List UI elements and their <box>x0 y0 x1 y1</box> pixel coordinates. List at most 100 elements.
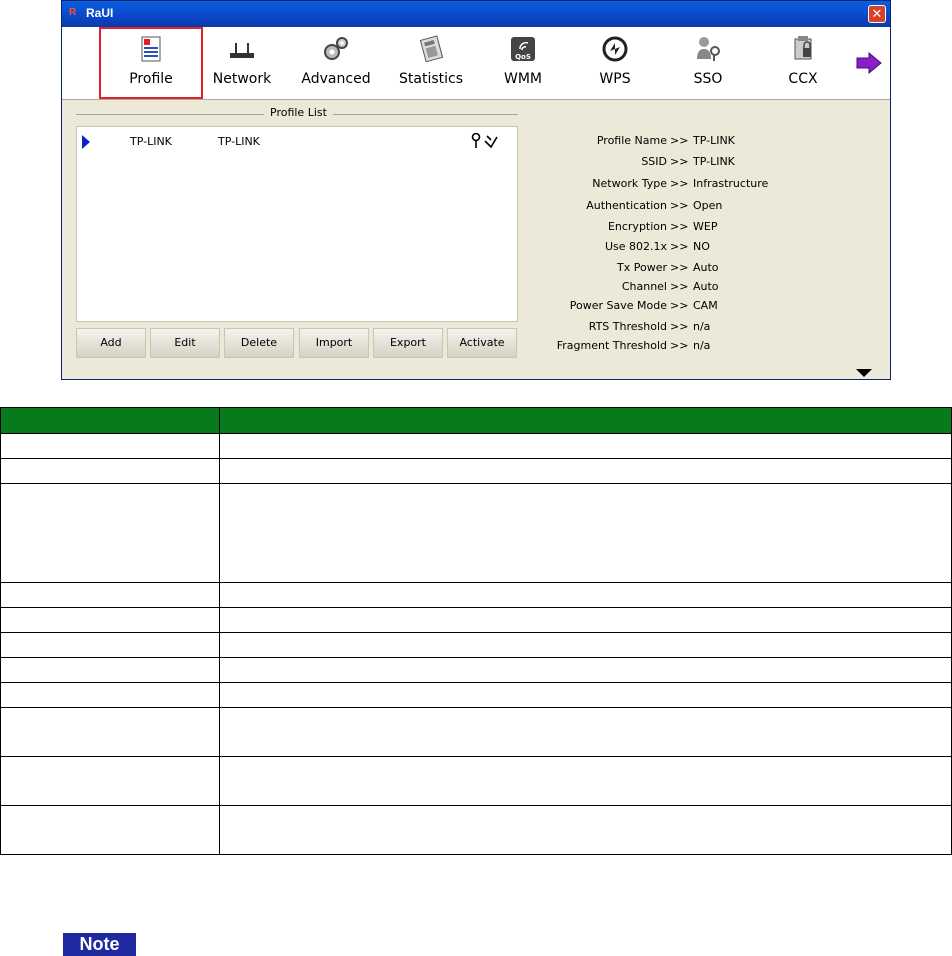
profile-list[interactable]: TP-LINK TP-LINK <box>76 126 518 322</box>
tab-label: CCX <box>788 71 818 87</box>
detail-ssid: SSID >> TP-LINK <box>532 155 882 171</box>
table-row <box>0 682 952 708</box>
detail-sep: >> <box>670 280 689 293</box>
tab-statistics[interactable]: Statistics <box>384 27 478 99</box>
detail-sep: >> <box>670 155 689 168</box>
detail-sep: >> <box>670 261 689 274</box>
tab-label: Profile <box>129 71 173 87</box>
edit-button[interactable]: Edit <box>150 328 220 358</box>
profile-icon <box>141 36 161 62</box>
tab-network[interactable]: Network <box>195 27 289 99</box>
tab-sso[interactable]: SSO <box>661 27 755 99</box>
wps-icon <box>602 36 628 62</box>
tab-advanced[interactable]: Advanced <box>289 27 383 99</box>
detail-tx-power: Tx Power >> Auto <box>532 261 882 277</box>
tab-label: SSO <box>693 71 723 87</box>
detail-key: Fragment Threshold <box>556 339 667 352</box>
detail-sep: >> <box>670 240 689 253</box>
tab-wps[interactable]: WPS <box>568 27 662 99</box>
table-header-cell <box>219 407 952 434</box>
detail-key: SSID <box>641 155 667 168</box>
table-header-cell <box>0 407 220 434</box>
delete-button[interactable]: Delete <box>224 328 294 358</box>
table-row <box>0 657 952 683</box>
selected-row-indicator-icon <box>82 135 90 149</box>
detail-key: Tx Power <box>617 261 667 274</box>
profile-row[interactable]: TP-LINK TP-LINK <box>77 132 517 150</box>
advanced-icon <box>324 37 348 60</box>
table-row <box>0 632 952 658</box>
detail-sep: >> <box>670 320 689 333</box>
raui-window: R RaUI ✕ Profile Network Advanced Statis… <box>61 0 891 380</box>
tab-label: Network <box>212 71 272 87</box>
detail-profile-name: Profile Name >> TP-LINK <box>532 134 882 150</box>
profile-list-header: Profile List <box>76 106 518 120</box>
tab-wmm[interactable]: QoS WMM <box>476 27 570 99</box>
table-row <box>0 483 952 583</box>
detail-fragment-threshold: Fragment Threshold >> n/a <box>532 339 882 355</box>
tab-label: Statistics <box>399 71 463 87</box>
detail-value: NO <box>693 240 710 253</box>
detail-value: CAM <box>693 299 718 312</box>
network-icon <box>230 43 254 58</box>
detail-key: Network Type <box>592 177 667 190</box>
detail-authentication: Authentication >> Open <box>532 199 882 215</box>
close-button[interactable]: ✕ <box>868 5 886 23</box>
next-arrow-icon[interactable] <box>856 52 882 74</box>
detail-channel: Channel >> Auto <box>532 280 882 296</box>
detail-key: Authentication <box>586 199 667 212</box>
svg-text:QoS: QoS <box>515 53 531 61</box>
table-header-row <box>0 407 952 434</box>
profile-list-title: Profile List <box>264 106 333 119</box>
detail-key: Profile Name <box>596 134 667 147</box>
raui-logo-icon: R <box>69 7 77 18</box>
detail-rts-threshold: RTS Threshold >> n/a <box>532 320 882 336</box>
detail-use-8021x: Use 802.1x >> NO <box>532 240 882 256</box>
detail-key: Encryption <box>607 220 667 233</box>
detail-encryption: Encryption >> WEP <box>532 220 882 236</box>
table-row <box>0 458 952 484</box>
detail-value: Infrastructure <box>693 177 769 190</box>
tab-label: WMM <box>503 71 542 87</box>
detail-value: Auto <box>693 261 719 274</box>
detail-power-save-mode: Power Save Mode >> CAM <box>532 299 882 315</box>
ccx-icon <box>794 36 812 60</box>
detail-sep: >> <box>670 339 689 352</box>
export-button[interactable]: Export <box>373 328 443 358</box>
detail-key: RTS Threshold <box>588 320 667 333</box>
detail-sep: >> <box>670 220 689 233</box>
detail-value: TP-LINK <box>693 134 735 147</box>
table-row <box>0 582 952 608</box>
profile-buttons: Add Edit Delete Import Export Activate <box>76 328 522 358</box>
title-bar[interactable]: R RaUI ✕ <box>62 1 890 27</box>
table-row <box>0 756 952 806</box>
detail-sep: >> <box>670 299 689 312</box>
detail-value: Open <box>693 199 723 212</box>
table-row <box>0 607 952 633</box>
detail-key: Channel <box>621 280 667 293</box>
detail-key: Power Save Mode <box>569 299 667 312</box>
detail-network-type: Network Type >> Infrastructure <box>532 177 882 193</box>
statistics-icon <box>419 35 444 63</box>
detail-value: TP-LINK <box>693 155 735 168</box>
detail-sep: >> <box>670 199 689 212</box>
table-row <box>0 433 952 459</box>
detail-value: n/a <box>693 339 711 352</box>
tab-label: Advanced <box>301 71 371 87</box>
note-label: Note <box>63 933 136 956</box>
tab-ccx[interactable]: CCX <box>756 27 850 99</box>
wmm-qos-icon: QoS <box>511 37 535 61</box>
profile-ssid-cell: TP-LINK <box>218 135 260 148</box>
activate-button[interactable]: Activate <box>447 328 517 358</box>
scroll-down-arrow-icon[interactable] <box>856 369 872 377</box>
table-row <box>0 805 952 855</box>
table-row <box>0 707 952 757</box>
add-button[interactable]: Add <box>76 328 146 358</box>
toolbar: Profile Network Advanced Statistics QoS … <box>62 27 890 100</box>
detail-sep: >> <box>670 177 689 190</box>
tab-profile[interactable]: Profile <box>104 27 198 99</box>
detail-value: WEP <box>693 220 718 233</box>
import-button[interactable]: Import <box>299 328 369 358</box>
key-connected-icon <box>471 132 498 149</box>
detail-sep: >> <box>670 134 689 147</box>
